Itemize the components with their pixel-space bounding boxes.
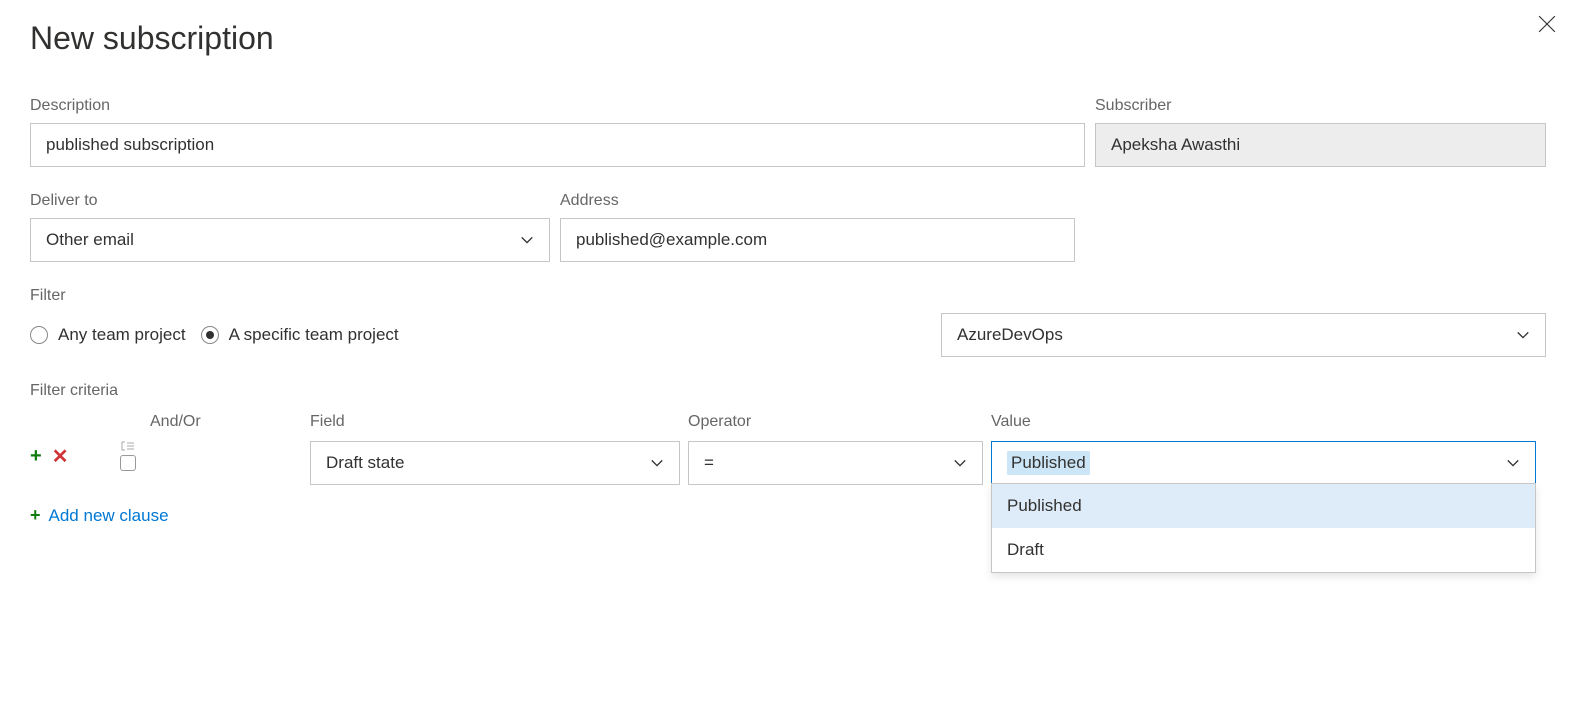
field-select[interactable]: Draft state bbox=[310, 441, 680, 485]
chevron-down-icon bbox=[1506, 456, 1520, 470]
subscriber-label: Subscriber bbox=[1095, 97, 1546, 115]
filter-label: Filter bbox=[30, 287, 1546, 305]
operator-value: = bbox=[704, 453, 714, 473]
deliver-to-label: Deliver to bbox=[30, 192, 550, 210]
plus-icon: + bbox=[30, 445, 42, 468]
value-value: Published bbox=[1007, 451, 1090, 475]
close-icon bbox=[1538, 15, 1556, 33]
value-header: Value bbox=[991, 413, 1536, 435]
chevron-down-icon bbox=[520, 233, 534, 247]
x-icon: ✕ bbox=[52, 444, 69, 469]
address-label: Address bbox=[560, 192, 1075, 210]
radio-icon bbox=[201, 326, 219, 344]
remove-row-button[interactable]: ✕ bbox=[52, 444, 69, 469]
subscriber-value: Apeksha Awasthi bbox=[1111, 135, 1240, 155]
field-header: Field bbox=[310, 413, 680, 435]
radio-any-project[interactable]: Any team project bbox=[30, 325, 186, 345]
project-select[interactable]: AzureDevOps bbox=[941, 313, 1546, 357]
value-option-draft[interactable]: Draft bbox=[992, 528, 1535, 572]
value-select[interactable]: Published bbox=[991, 441, 1536, 485]
radio-specific-project-label: A specific team project bbox=[229, 325, 399, 345]
plus-icon: + bbox=[30, 505, 41, 526]
add-clause-label: Add new clause bbox=[49, 506, 169, 526]
add-row-button[interactable]: + bbox=[30, 445, 42, 468]
deliver-to-value: Other email bbox=[46, 230, 134, 250]
operator-select[interactable]: = bbox=[688, 441, 983, 485]
project-value: AzureDevOps bbox=[957, 325, 1063, 345]
row-checkbox[interactable] bbox=[120, 455, 136, 471]
dialog-title: New subscription bbox=[30, 20, 1546, 57]
field-value: Draft state bbox=[326, 453, 404, 473]
andor-header: And/Or bbox=[150, 413, 201, 435]
address-input[interactable] bbox=[560, 218, 1075, 262]
value-dropdown: Published Draft bbox=[991, 483, 1536, 573]
chevron-down-icon bbox=[953, 456, 967, 470]
subscriber-field: Apeksha Awasthi bbox=[1095, 123, 1546, 167]
close-button[interactable] bbox=[1538, 15, 1556, 33]
chevron-down-icon bbox=[650, 456, 664, 470]
radio-any-project-label: Any team project bbox=[58, 325, 186, 345]
value-option-published[interactable]: Published bbox=[992, 484, 1535, 528]
operator-header: Operator bbox=[688, 413, 983, 435]
indent-icon bbox=[120, 441, 136, 451]
deliver-to-select[interactable]: Other email bbox=[30, 218, 550, 262]
radio-icon bbox=[30, 326, 48, 344]
chevron-down-icon bbox=[1516, 328, 1530, 342]
description-input[interactable] bbox=[30, 123, 1085, 167]
radio-specific-project[interactable]: A specific team project bbox=[201, 325, 399, 345]
description-label: Description bbox=[30, 97, 1085, 115]
filter-criteria-label: Filter criteria bbox=[30, 382, 1546, 400]
